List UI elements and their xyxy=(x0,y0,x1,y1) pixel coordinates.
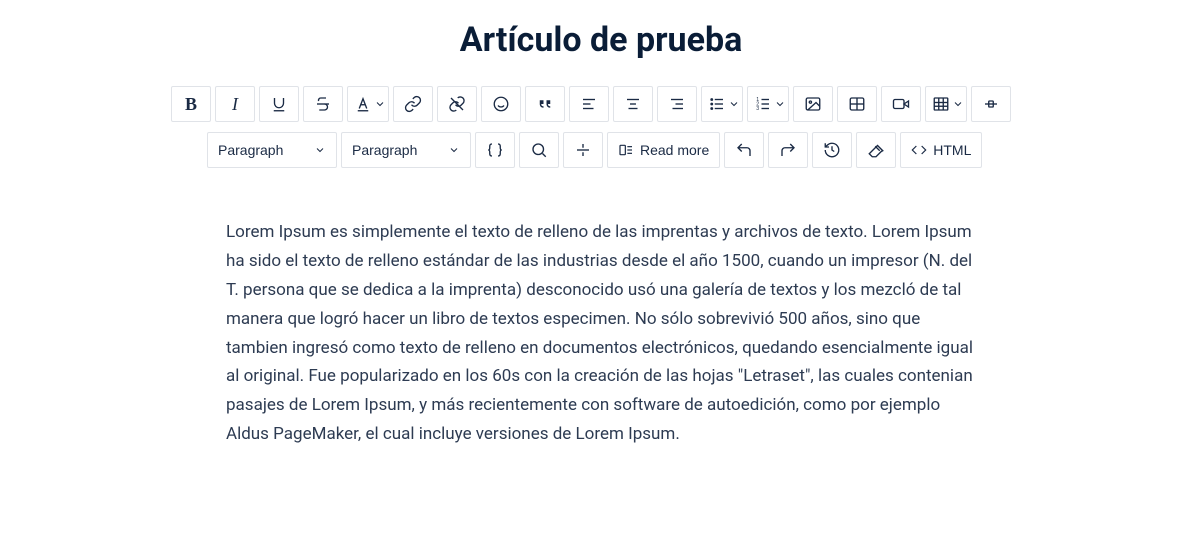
text-color-icon xyxy=(354,95,372,113)
search-icon xyxy=(530,141,548,159)
select-label: Paragraph xyxy=(352,142,417,158)
braces-icon xyxy=(486,141,504,159)
link-button[interactable] xyxy=(393,86,433,122)
italic-button[interactable]: I xyxy=(215,86,255,122)
editor-content[interactable]: Lorem Ipsum es simplemente el texto de r… xyxy=(226,198,976,449)
content-paragraph: Lorem Ipsum es simplemente el texto de r… xyxy=(226,218,976,449)
clear-format-button[interactable] xyxy=(856,132,896,168)
special-char-icon xyxy=(982,95,1000,113)
gallery-icon xyxy=(848,95,866,113)
redo-icon xyxy=(779,141,797,159)
editor-toolbar: B I xyxy=(171,86,1031,168)
align-center-button[interactable] xyxy=(613,86,653,122)
chevron-down-icon xyxy=(728,98,740,110)
paragraph-format-select-2[interactable]: Paragraph xyxy=(341,132,471,168)
bold-button[interactable]: B xyxy=(171,86,211,122)
history-icon xyxy=(823,141,841,159)
table-button[interactable] xyxy=(925,86,967,122)
italic-icon: I xyxy=(232,94,238,115)
chevron-down-icon xyxy=(774,98,786,110)
chevron-down-icon xyxy=(374,98,386,110)
emoji-icon xyxy=(492,95,510,113)
undo-button[interactable] xyxy=(724,132,764,168)
page-title: Artículo de prueba xyxy=(171,20,1031,60)
pagebreak-icon xyxy=(574,141,592,159)
align-right-button[interactable] xyxy=(657,86,697,122)
special-char-button[interactable] xyxy=(971,86,1011,122)
ordered-list-icon: 123 xyxy=(754,95,772,113)
video-icon xyxy=(892,95,910,113)
chevron-down-icon xyxy=(314,144,326,156)
chevron-down-icon xyxy=(952,98,964,110)
code-block-button[interactable] xyxy=(475,132,515,168)
quote-button[interactable] xyxy=(525,86,565,122)
chevron-down-icon xyxy=(448,144,460,156)
code-icon xyxy=(911,142,927,158)
align-center-icon xyxy=(624,95,642,113)
link-icon xyxy=(404,95,422,113)
unlink-icon xyxy=(448,95,466,113)
image-button[interactable] xyxy=(793,86,833,122)
undo-icon xyxy=(735,141,753,159)
table-icon xyxy=(932,95,950,113)
history-button[interactable] xyxy=(812,132,852,168)
pagebreak-button[interactable] xyxy=(563,132,603,168)
video-button[interactable] xyxy=(881,86,921,122)
gallery-button[interactable] xyxy=(837,86,877,122)
html-label: HTML xyxy=(933,142,971,158)
underline-button[interactable] xyxy=(259,86,299,122)
image-icon xyxy=(804,95,822,113)
text-color-button[interactable] xyxy=(347,86,389,122)
emoji-button[interactable] xyxy=(481,86,521,122)
readmore-label: Read more xyxy=(640,142,709,158)
quote-icon xyxy=(536,95,554,113)
ordered-list-button[interactable]: 123 xyxy=(747,86,789,122)
paragraph-format-select-1[interactable]: Paragraph xyxy=(207,132,337,168)
svg-text:3: 3 xyxy=(756,106,759,112)
underline-icon xyxy=(270,95,288,113)
align-left-button[interactable] xyxy=(569,86,609,122)
strikethrough-button[interactable] xyxy=(303,86,343,122)
unordered-list-icon xyxy=(708,95,726,113)
align-left-icon xyxy=(580,95,598,113)
select-label: Paragraph xyxy=(218,142,283,158)
strikethrough-icon xyxy=(314,95,332,113)
readmore-icon xyxy=(618,142,634,158)
eraser-icon xyxy=(867,141,885,159)
redo-button[interactable] xyxy=(768,132,808,168)
readmore-button[interactable]: Read more xyxy=(607,132,720,168)
unordered-list-button[interactable] xyxy=(701,86,743,122)
bold-icon: B xyxy=(185,94,197,115)
html-source-button[interactable]: HTML xyxy=(900,132,982,168)
unlink-button[interactable] xyxy=(437,86,477,122)
search-button[interactable] xyxy=(519,132,559,168)
align-right-icon xyxy=(668,95,686,113)
